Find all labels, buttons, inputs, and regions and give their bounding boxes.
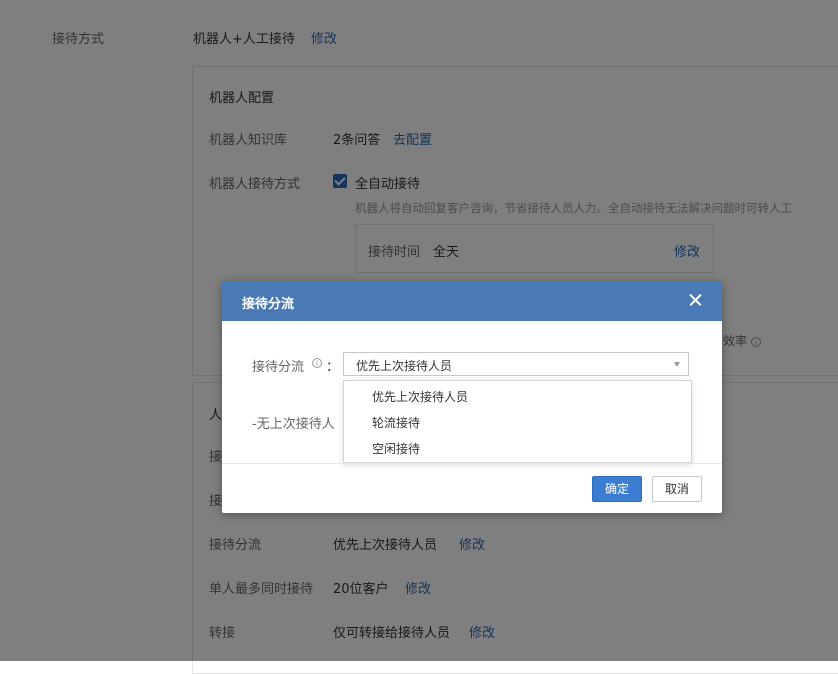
distribution-select-value: 优先上次接待人员 [356,359,453,373]
modal-header: 接待分流 [222,281,722,321]
chevron-down-icon [674,362,680,367]
modal-field-label: 接待分流 [252,360,305,375]
cancel-button[interactable]: 取消 [652,476,702,502]
distribution-select[interactable]: 优先上次接待人员 [343,352,689,376]
close-icon[interactable] [686,290,706,310]
confirm-button[interactable]: 确定 [592,476,642,502]
modal-title: 接待分流 [242,297,295,312]
dropdown-option[interactable]: 轮流接待 [372,414,420,431]
dropdown-option[interactable]: 空闲接待 [372,440,420,457]
modal-footer-divider [222,463,722,464]
no-last-staff-text: -无上次接待人 [252,417,335,432]
distribution-dropdown: 优先上次接待人员 轮流接待 空闲接待 [343,380,692,463]
modal-field-colon: ： [326,360,340,375]
info-icon[interactable]: i [312,358,322,368]
dropdown-option[interactable]: 优先上次接待人员 [372,388,468,405]
distribution-modal: 接待分流 接待分流 i ： 优先上次接待人员 -无上次接待人 优先上次接待人员 … [222,281,722,513]
